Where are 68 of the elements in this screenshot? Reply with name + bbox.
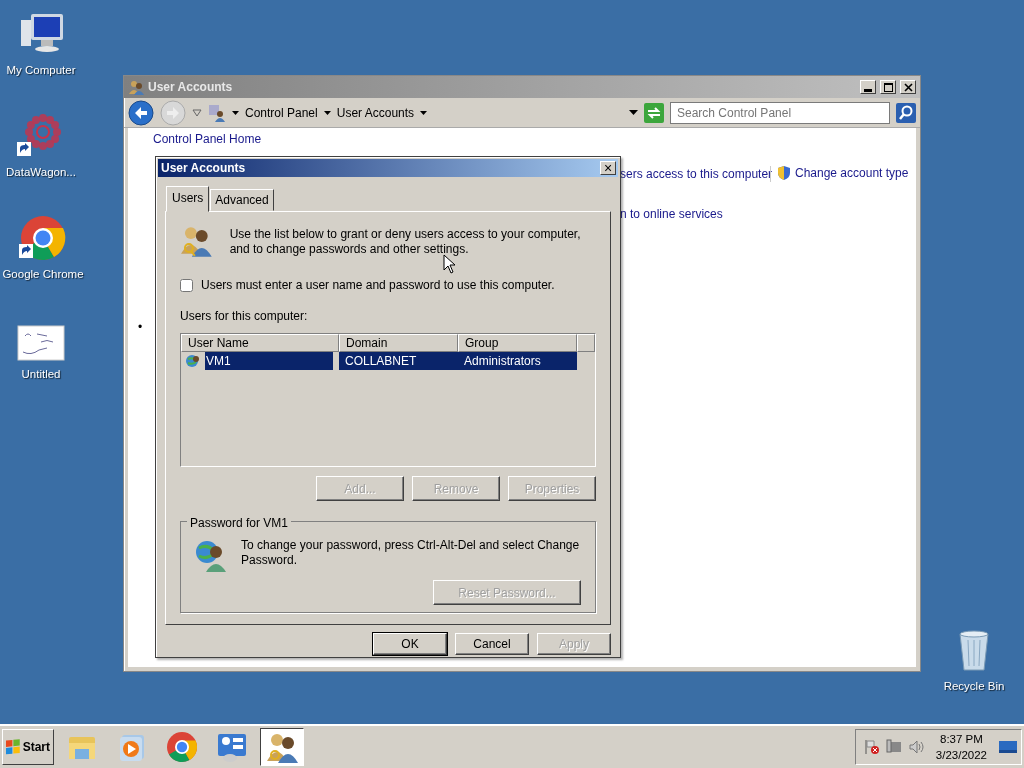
column-header[interactable]: Domain: [339, 334, 458, 352]
user-icon: [195, 538, 229, 572]
close-button[interactable]: [900, 80, 916, 94]
users-icon: [266, 731, 298, 763]
network-icon[interactable]: [885, 739, 902, 755]
users-icon: [180, 224, 214, 258]
chrome-icon: [166, 731, 198, 763]
search-icon: [896, 102, 916, 123]
clock-time[interactable]: 8:37 PM: [940, 731, 983, 747]
user-name: VM1: [205, 352, 333, 370]
icon-label[interactable]: DataWagon...: [6, 164, 76, 182]
table-cell[interactable]: COLLABNET: [339, 352, 458, 370]
maximize-icon: [883, 82, 893, 92]
link[interactable]: Change account type: [795, 164, 909, 182]
refresh-button[interactable]: [644, 102, 664, 123]
show-desktop-icon[interactable]: [999, 740, 1017, 754]
shield-icon: [777, 165, 791, 181]
windows-logo-icon: [6, 739, 21, 755]
dropdown-icon[interactable]: [629, 110, 638, 115]
breadcrumb-link[interactable]: User Accounts: [336, 103, 415, 122]
maximize-button[interactable]: [880, 80, 896, 94]
user-icon: [185, 353, 201, 369]
search-button[interactable]: [896, 102, 916, 123]
tab[interactable]: Advanced: [210, 189, 274, 211]
column-header[interactable]: Group: [458, 334, 577, 352]
bullet: •: [138, 319, 143, 336]
chrome-icon: [19, 214, 67, 262]
intro-text: Use the list below to grant or deny users access to your computer, and to change passwords and other settings.: [229, 227, 582, 257]
password-text: To change your password, press Ctrl-Alt-Del and select Change Password.: [241, 538, 581, 568]
minimize-button[interactable]: [860, 80, 876, 94]
list-label: Users for this computer:: [180, 308, 309, 325]
back-button[interactable]: [128, 99, 154, 126]
volume-icon[interactable]: [907, 739, 924, 755]
close-button[interactable]: ×: [600, 161, 616, 175]
checkbox-label: Users must enter a user name and password to use this computer.: [201, 277, 555, 294]
caret-icon[interactable]: [323, 110, 331, 115]
window-title: User Accounts: [148, 79, 234, 96]
icon-label[interactable]: Untitled: [21, 366, 61, 384]
dialog-title: User Accounts: [161, 160, 246, 177]
close-icon: [903, 82, 913, 92]
column-header[interactable]: [577, 334, 595, 352]
refresh-icon: [644, 102, 664, 123]
flag-icon[interactable]: [863, 739, 880, 755]
users-icon: [128, 79, 144, 95]
dialog-button[interactable]: Cancel: [455, 633, 529, 655]
column-header[interactable]: User Name: [181, 334, 339, 352]
checkbox[interactable]: [180, 278, 193, 292]
breadcrumb-link[interactable]: Control Panel: [245, 103, 318, 122]
icon-label[interactable]: Recycle Bin: [943, 678, 1005, 696]
minimize-icon: [864, 88, 872, 92]
caret-icon[interactable]: [420, 110, 428, 115]
taskbar-button[interactable]: [260, 728, 304, 766]
mouse-cursor-icon: [443, 254, 457, 274]
link[interactable]: Control Panel Home: [153, 130, 262, 148]
link[interactable]: n to online services: [620, 205, 723, 223]
icon-label[interactable]: Google Chrome: [2, 266, 84, 284]
icon-label[interactable]: My Computer: [6, 62, 76, 80]
control-panel-icon: [208, 103, 226, 122]
dialog-button[interactable]: OK: [373, 633, 447, 655]
control-panel-icon: [216, 731, 248, 763]
link[interactable]: sers access to this computer: [620, 165, 773, 183]
start-button[interactable]: Start: [2, 729, 54, 765]
caret-icon[interactable]: [232, 110, 239, 115]
sketch-icon: [17, 324, 65, 362]
table-cell[interactable]: Administrators: [458, 352, 577, 370]
tab[interactable]: Users: [166, 186, 210, 212]
search-field[interactable]: Search Control Panel: [670, 101, 890, 124]
clock-date[interactable]: 3/23/2022: [935, 747, 987, 763]
